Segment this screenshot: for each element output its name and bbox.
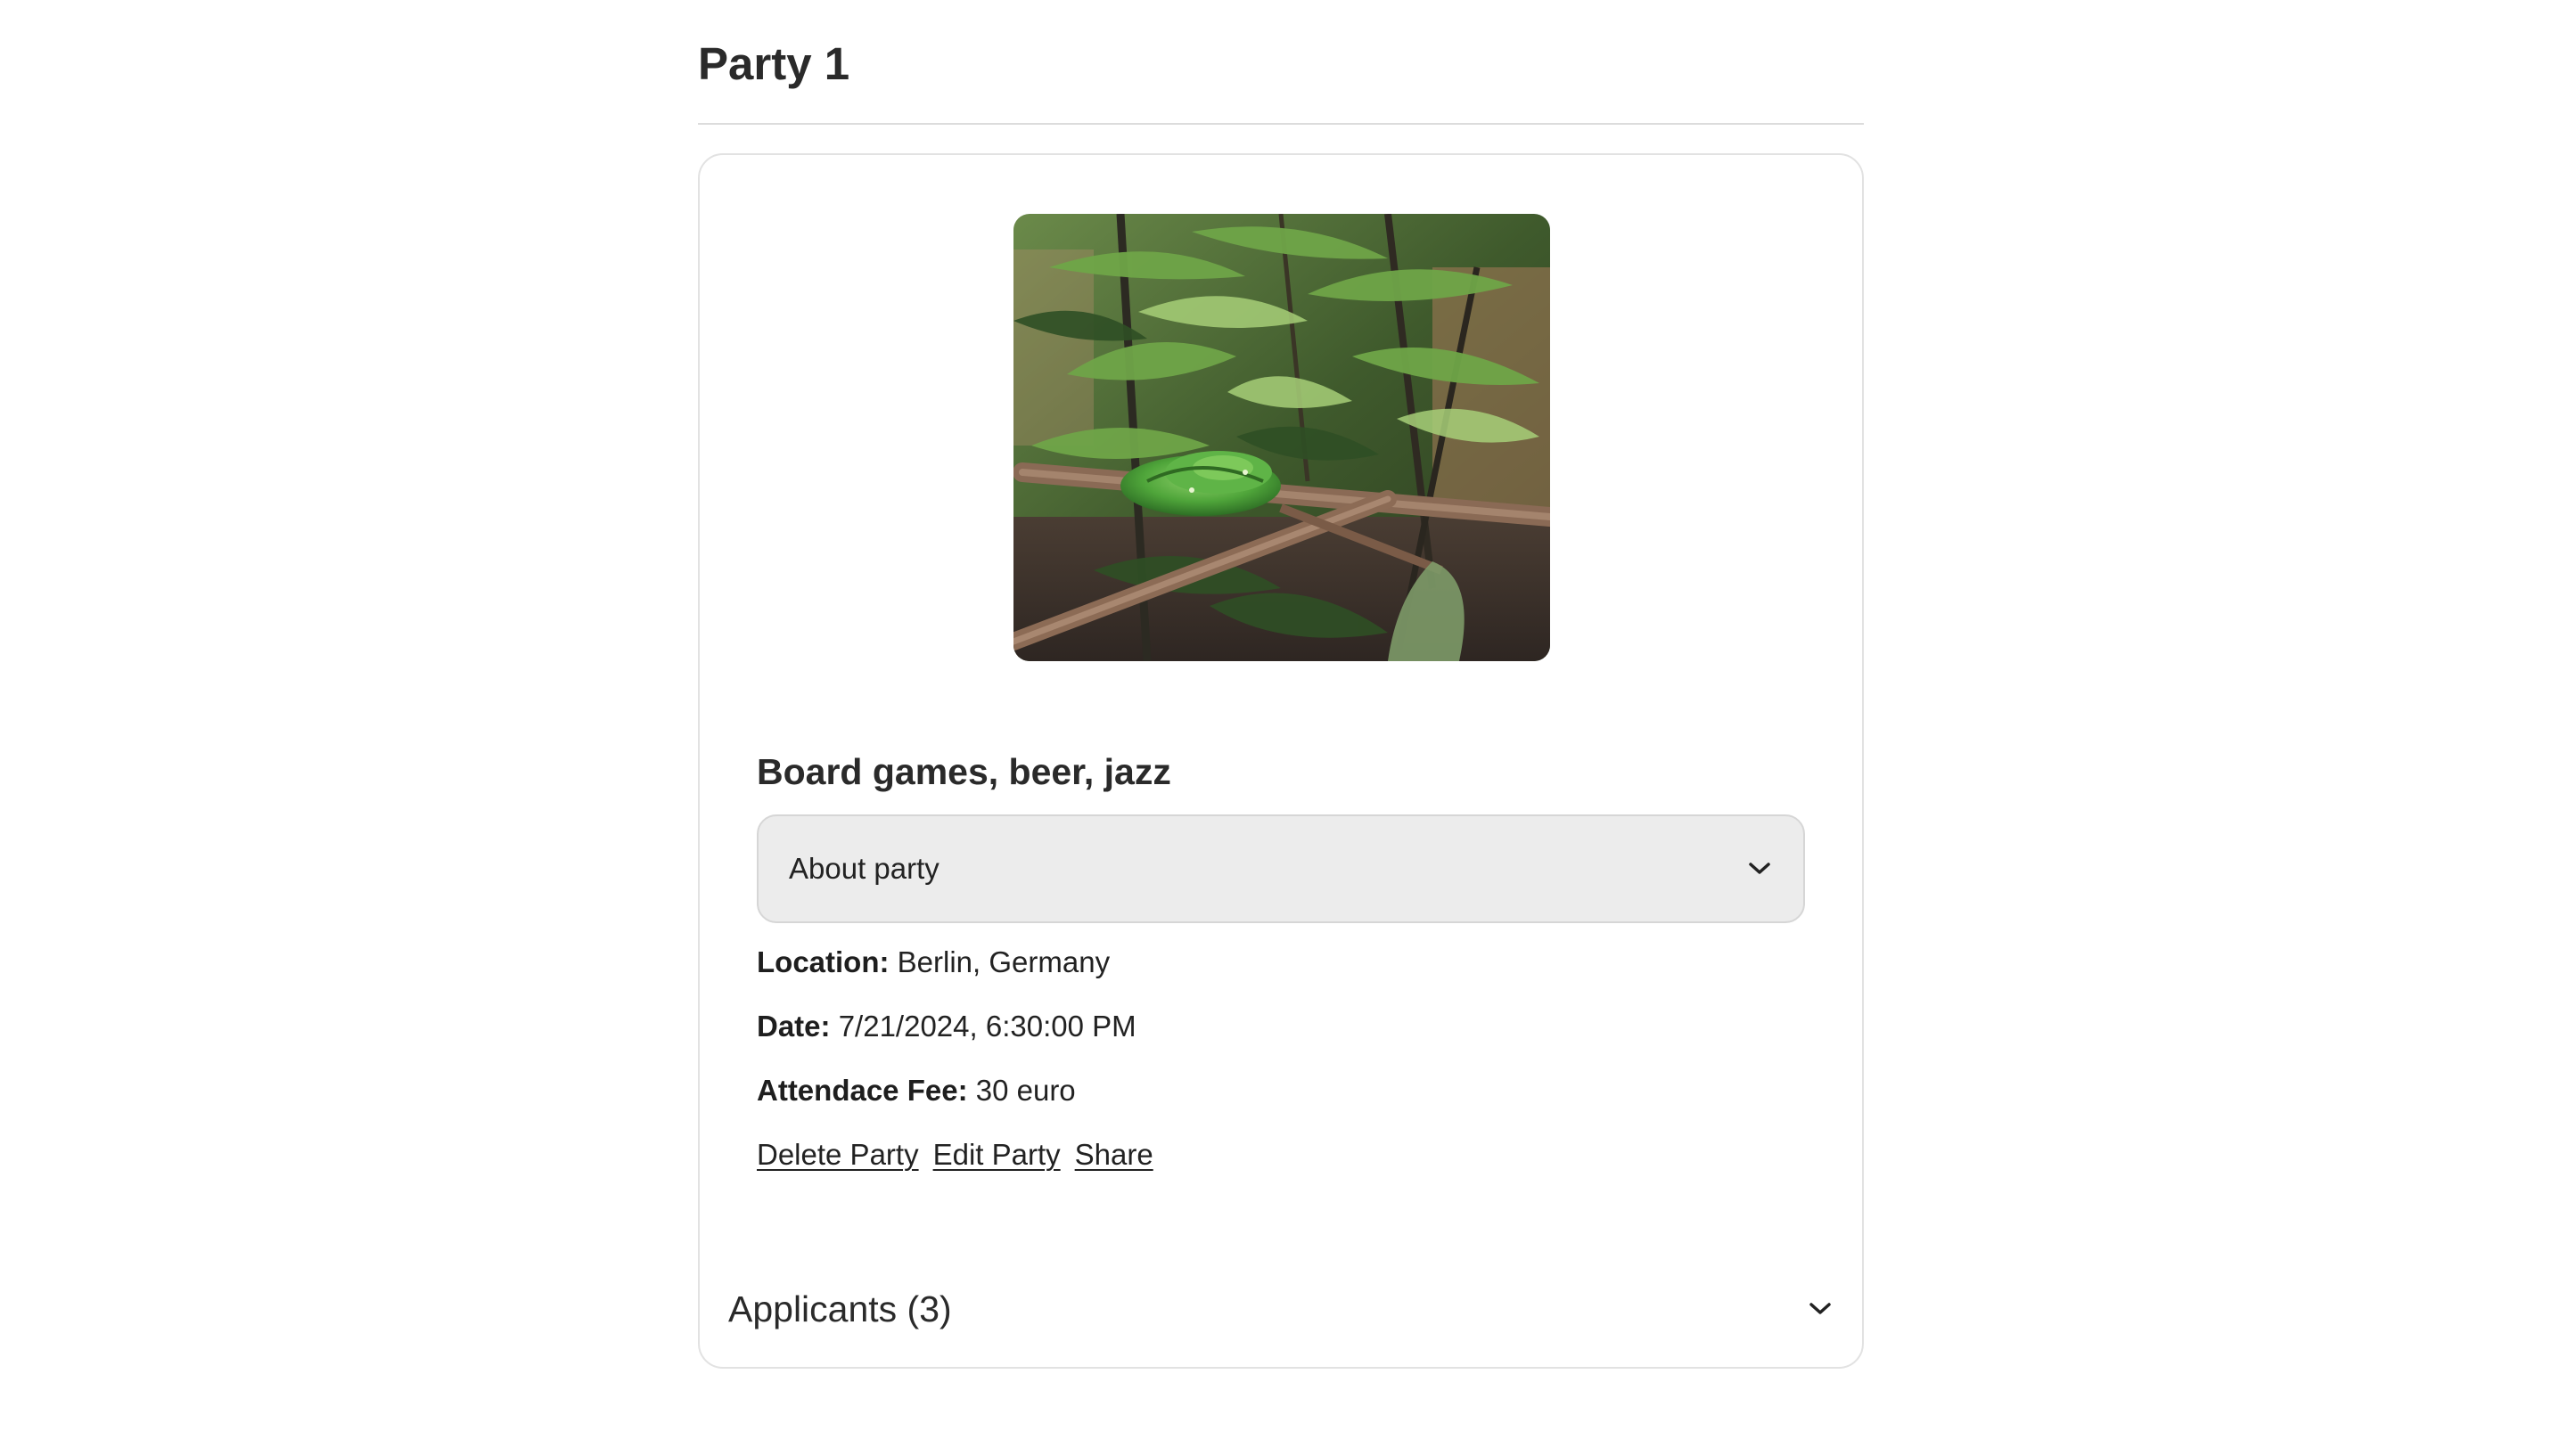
- chevron-down-icon: [1807, 1296, 1834, 1322]
- location-row: Location: Berlin, Germany: [757, 945, 1110, 980]
- applicants-label: Applicants (3): [728, 1288, 952, 1329]
- location-label: Location:: [757, 945, 890, 978]
- applicants-toggle[interactable]: Applicants (3): [728, 1278, 1834, 1340]
- fee-label: Attendace Fee:: [757, 1074, 968, 1107]
- party-heading: Board games, beer, jazz: [757, 751, 1171, 792]
- fee-value: 30 euro: [975, 1074, 1076, 1107]
- party-image: [1013, 214, 1550, 661]
- share-link[interactable]: Share: [1075, 1137, 1153, 1173]
- party-page: Party 1 Board games, beer, jazz About pa…: [698, 0, 1864, 1369]
- page-title: Party 1: [698, 38, 850, 89]
- about-party-label: About party: [789, 852, 939, 885]
- party-card: Board games, beer, jazz About party Loca…: [698, 153, 1864, 1369]
- about-party-dropdown[interactable]: About party: [757, 814, 1805, 923]
- fee-row: Attendace Fee: 30 euro: [757, 1073, 1076, 1108]
- date-row: Date: 7/21/2024, 6:30:00 PM: [757, 1009, 1136, 1044]
- title-divider: [698, 123, 1864, 125]
- edit-party-link[interactable]: Edit Party: [933, 1137, 1061, 1173]
- location-value: Berlin, Germany: [897, 945, 1111, 978]
- chevron-down-icon: [1746, 855, 1773, 882]
- delete-party-link[interactable]: Delete Party: [757, 1137, 919, 1173]
- party-actions: Delete Party Edit Party Share: [757, 1137, 1153, 1173]
- date-value: 7/21/2024, 6:30:00 PM: [838, 1010, 1136, 1043]
- date-label: Date:: [757, 1010, 831, 1043]
